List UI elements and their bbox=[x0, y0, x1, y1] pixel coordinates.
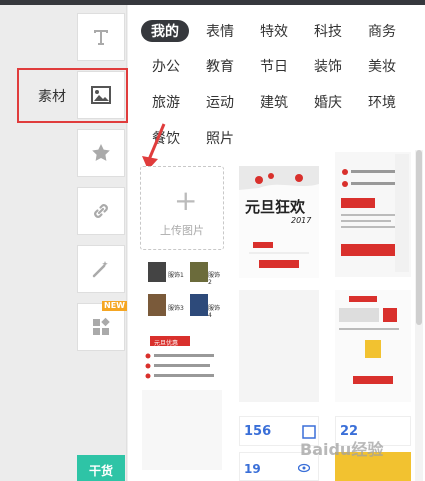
clothes-label-3: 服饰3 bbox=[168, 305, 184, 312]
template-thumb-red[interactable] bbox=[335, 290, 411, 402]
category-beauty[interactable]: 美妆 bbox=[368, 56, 396, 76]
category-environment[interactable]: 环境 bbox=[368, 92, 396, 112]
template-thumb-clothes[interactable]: 服饰1 服饰2 服饰3 服饰4 元旦优惠 bbox=[142, 258, 222, 383]
eye-icon bbox=[298, 463, 310, 473]
scroll-thumb[interactable] bbox=[416, 150, 422, 325]
category-tech[interactable]: 科技 bbox=[314, 21, 342, 41]
shape-tool-button[interactable] bbox=[77, 129, 125, 177]
clothes-label-1: 服饰1 bbox=[168, 272, 184, 279]
new-badge: NEW bbox=[102, 301, 127, 311]
category-effects[interactable]: 特效 bbox=[260, 21, 288, 41]
category-emoji[interactable]: 表情 bbox=[206, 21, 234, 41]
highlight-box bbox=[17, 68, 128, 123]
category-office[interactable]: 办公 bbox=[152, 56, 180, 76]
link-icon bbox=[94, 204, 108, 218]
stat-c-value: 19 bbox=[244, 462, 261, 476]
star-icon bbox=[92, 144, 110, 161]
category-business[interactable]: 商务 bbox=[368, 21, 396, 41]
annotation-arrow bbox=[142, 123, 166, 170]
category-wedding[interactable]: 婚庆 bbox=[314, 92, 342, 112]
promo-tab[interactable]: 干货 bbox=[77, 455, 125, 481]
upload-image-button[interactable]: + 上传图片 bbox=[140, 166, 224, 250]
category-photo[interactable]: 照片 bbox=[206, 128, 234, 148]
magic-tool-button[interactable] bbox=[77, 245, 125, 293]
magic-wand-icon bbox=[92, 261, 108, 278]
red-template-artwork bbox=[335, 290, 411, 402]
category-travel[interactable]: 旅游 bbox=[152, 92, 180, 112]
text-tool-button[interactable] bbox=[77, 13, 125, 61]
baidu-watermark: Baidu经验 bbox=[300, 440, 384, 459]
category-festival[interactable]: 节日 bbox=[260, 56, 288, 76]
link-tool-button[interactable] bbox=[77, 187, 125, 235]
template-thumb-empty[interactable] bbox=[142, 390, 222, 470]
template-thumb-blank[interactable] bbox=[239, 290, 319, 402]
event-artwork bbox=[335, 152, 411, 277]
plus-icon: + bbox=[174, 184, 198, 217]
category-education[interactable]: 教育 bbox=[206, 56, 234, 76]
clothes-banner: 元旦优惠 bbox=[154, 340, 179, 347]
clothes-label-2: 服饰2 bbox=[208, 272, 221, 286]
category-architecture[interactable]: 建筑 bbox=[260, 92, 288, 112]
category-sports[interactable]: 运动 bbox=[206, 92, 234, 112]
category-decoration[interactable]: 装饰 bbox=[314, 56, 342, 76]
template-thumb-newyear[interactable]: 元旦狂欢 2017 bbox=[239, 166, 319, 278]
template-thumb-event[interactable] bbox=[335, 152, 411, 277]
newyear-title: 元旦狂欢 bbox=[245, 198, 306, 216]
clothes-label-4: 服饰4 bbox=[208, 305, 221, 319]
upload-label: 上传图片 bbox=[160, 224, 204, 237]
newyear-year: 2017 bbox=[291, 216, 312, 225]
text-icon bbox=[94, 30, 108, 45]
components-icon bbox=[93, 317, 110, 335]
category-mine[interactable]: 我的 bbox=[141, 20, 189, 42]
stat-a-value: 156 bbox=[244, 424, 272, 439]
